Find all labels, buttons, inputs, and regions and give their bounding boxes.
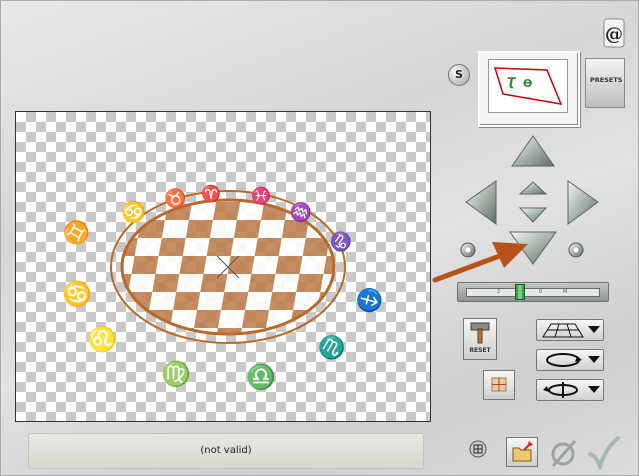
svg-text:ϴ: ϴ: [523, 77, 532, 90]
save-preset-button[interactable]: S: [448, 64, 470, 86]
nudge-down-icon[interactable]: [518, 207, 548, 223]
perspective-grid-icon: [542, 323, 584, 338]
svg-text:♎: ♎: [246, 362, 276, 391]
axis-rotate-icon: [543, 382, 578, 398]
zoom-slider[interactable]: 2 0 M: [457, 282, 609, 302]
rotate-ellipse-icon: [546, 353, 582, 367]
arrow-left-icon[interactable]: [465, 180, 497, 225]
svg-text:♈: ♈: [201, 184, 221, 203]
slider-tick: 0: [539, 289, 543, 295]
reset-button[interactable]: RESET: [463, 318, 497, 360]
thumbnail-image: Ʈ ϴ: [488, 59, 568, 113]
reset-label: RESET: [469, 347, 491, 354]
svg-text:♊: ♊: [59, 214, 95, 251]
annotation-arrow-icon: [432, 242, 528, 283]
perspective-mode-dropdown[interactable]: [536, 319, 604, 341]
preview-image: ♋ ♉ ♈ ♓ ♒ ♑ ♐ ♊ ♋ ♌ ♍ ♎ ♏: [59, 184, 387, 391]
rotate-right-icon[interactable]: [568, 242, 584, 258]
svg-text:@: @: [605, 24, 623, 45]
checkmark-icon[interactable]: [586, 436, 620, 470]
arrow-up-icon[interactable]: [511, 135, 555, 167]
preview-canvas[interactable]: ♋ ♉ ♈ ♓ ♒ ♑ ♐ ♊ ♋ ♌ ♍ ♎ ♏: [15, 111, 431, 422]
status-bar: (not valid): [28, 433, 424, 469]
slider-track: 2 0 M: [466, 288, 600, 297]
nudge-up-icon[interactable]: [518, 181, 548, 195]
hammer-icon: [470, 322, 490, 344]
preset-thumbnail[interactable]: Ʈ ϴ: [478, 51, 580, 127]
svg-text:♋: ♋: [62, 279, 92, 308]
axis-rotation-dropdown[interactable]: [536, 379, 604, 401]
help-icon[interactable]: @: [603, 18, 625, 48]
arrow-right-icon[interactable]: [567, 180, 599, 225]
svg-text:♋: ♋: [117, 195, 151, 228]
tile-icon: [491, 377, 507, 392]
grid-icon[interactable]: [469, 440, 487, 458]
svg-text:♍: ♍: [161, 359, 191, 388]
presets-label: PRESETS: [590, 76, 623, 84]
slider-tick: M: [563, 289, 568, 295]
chevron-down-icon: [588, 326, 600, 333]
slider-thumb[interactable]: [515, 284, 525, 300]
chevron-down-icon: [588, 386, 600, 393]
svg-text:♐: ♐: [351, 282, 387, 319]
grid-texture-button[interactable]: [483, 370, 515, 400]
svg-text:♏: ♏: [313, 330, 350, 366]
cancel-icon[interactable]: [549, 438, 579, 468]
rotation-mode-dropdown[interactable]: [536, 349, 604, 371]
chevron-down-icon: [588, 356, 600, 363]
svg-text:♌: ♌: [83, 320, 121, 357]
presets-button[interactable]: PRESETS: [585, 58, 625, 108]
svg-text:♓: ♓: [251, 186, 271, 205]
folder-import-icon: [512, 441, 533, 462]
load-image-button[interactable]: [506, 437, 538, 467]
slider-tick: 2: [497, 289, 501, 295]
